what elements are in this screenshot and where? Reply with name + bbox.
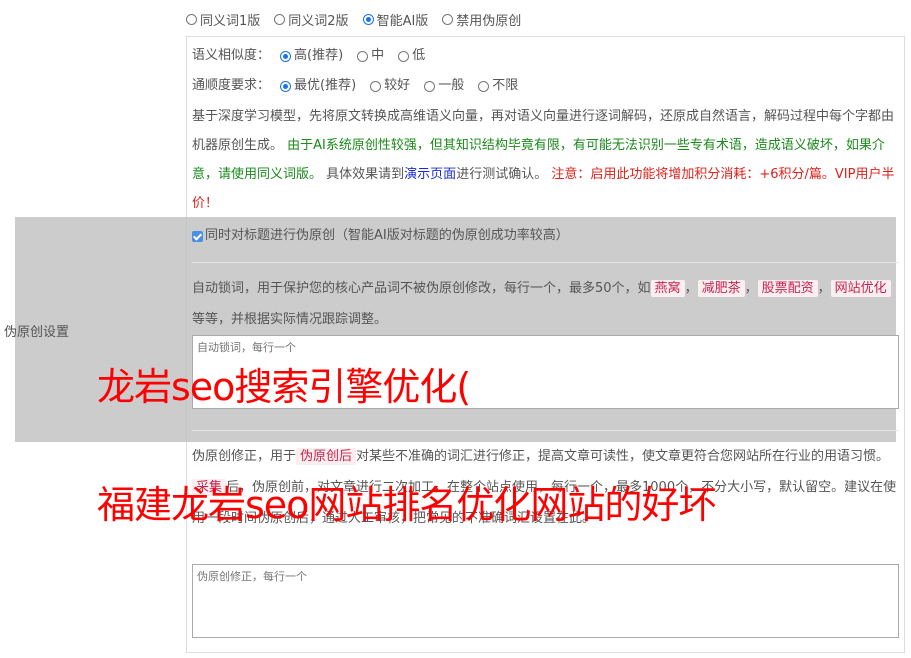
settings-label: 伪原创设置	[4, 325, 70, 340]
radio-option[interactable]: 中	[357, 46, 384, 66]
correction-text-2: 对某些不准确的词汇进行修正，提高文章可读性，使文章更符合您网站所在行业的用语习惯…	[356, 449, 890, 464]
radio-option[interactable]: 不限	[478, 76, 518, 96]
radio-option[interactable]: 最优(推荐)	[280, 76, 356, 96]
description-text-3: 进行测试确认。	[456, 167, 548, 182]
demo-page-link[interactable]: 演示页面	[404, 167, 456, 182]
lock-word-tag: 燕窝	[650, 280, 685, 297]
title-checkbox-row[interactable]: 同时对标题进行伪原创（智能AI版对标题的伪原创成功率较高）	[192, 226, 569, 246]
radio-label: 低	[412, 48, 426, 63]
radio-option[interactable]: 智能AI版	[362, 10, 429, 29]
radio-button[interactable]	[424, 80, 436, 92]
radio-button[interactable]	[362, 13, 374, 25]
description-text-2: 具体效果请到	[326, 167, 405, 182]
radio-label: 同义词2版	[288, 13, 349, 29]
radio-option[interactable]: 一般	[424, 76, 464, 96]
lock-word-tag: 股票配资	[757, 280, 818, 297]
similarity-label: 语义相似度：	[192, 48, 271, 63]
lock-words-text-2: 等等，并根据实际情况跟踪调整。	[192, 312, 388, 327]
title-checkbox[interactable]	[192, 230, 203, 242]
radio-label: 智能AI版	[376, 13, 429, 29]
lock-words-description: 自动锁词，用于保护您的核心产品词不被伪原创修改，每行一个，最多50个，如 燕窝，减…	[192, 273, 902, 335]
fluency-label: 通顺度要求：	[192, 78, 271, 93]
radio-option[interactable]: 较好	[370, 76, 410, 96]
fluency-row: 通顺度要求： 最优(推荐) 较好 一般 不限	[192, 76, 518, 96]
radio-button[interactable]	[398, 50, 410, 62]
correction-text: 伪原创修正，用于	[192, 449, 297, 464]
radio-label: 一般	[438, 78, 465, 93]
radio-option[interactable]: 禁用伪原创	[442, 10, 521, 29]
radio-label: 高(推荐)	[294, 48, 344, 63]
radio-label: 较好	[384, 78, 411, 93]
radio-button[interactable]	[478, 80, 490, 92]
version-radio-group: 同义词1版 同义词2版 智能AI版 禁用伪原创	[186, 10, 521, 29]
radio-button[interactable]	[280, 50, 292, 62]
radio-option[interactable]: 同义词1版	[186, 10, 260, 29]
radio-button[interactable]	[186, 13, 197, 25]
lock-words-text: 自动锁词，用于保护您的核心产品词不被伪原创修改，每行一个，最多50个，如	[192, 281, 651, 296]
radio-button[interactable]	[280, 80, 292, 92]
similarity-row: 语义相似度： 高(推荐) 中 低	[192, 46, 425, 66]
correction-textarea[interactable]	[192, 564, 899, 638]
watermark-line-2: 福建龙岩seo网站排名优化网站的好坏	[97, 483, 716, 527]
radio-option[interactable]: 高(推荐)	[280, 46, 343, 66]
radio-button[interactable]	[442, 13, 454, 25]
divider	[192, 430, 898, 431]
divider	[192, 262, 898, 263]
radio-option[interactable]: 低	[398, 46, 425, 66]
watermark-line-1: 龙岩seo搜索引擎优化(	[97, 365, 471, 409]
radio-label: 禁用伪原创	[456, 13, 522, 29]
title-checkbox-label: 同时对标题进行伪原创（智能AI版对标题的伪原创成功率较高）	[205, 228, 569, 243]
radio-label: 同义词1版	[200, 13, 261, 29]
ai-description: 基于深度学习模型，先将原文转换成高维语义向量，再对语义向量进行逐词解码，还原成自…	[192, 102, 902, 218]
radio-option[interactable]: 同义词2版	[274, 10, 349, 29]
radio-button[interactable]	[274, 13, 286, 25]
correction-tag: 伪原创后	[296, 448, 357, 465]
radio-label: 最优(推荐)	[294, 78, 357, 93]
lock-word-tag: 减肥茶	[697, 280, 745, 297]
radio-button[interactable]	[357, 50, 369, 62]
lock-word-tag: 网站优化	[830, 280, 891, 297]
radio-label: 中	[371, 48, 385, 63]
radio-label: 不限	[492, 78, 519, 93]
radio-button[interactable]	[370, 80, 382, 92]
